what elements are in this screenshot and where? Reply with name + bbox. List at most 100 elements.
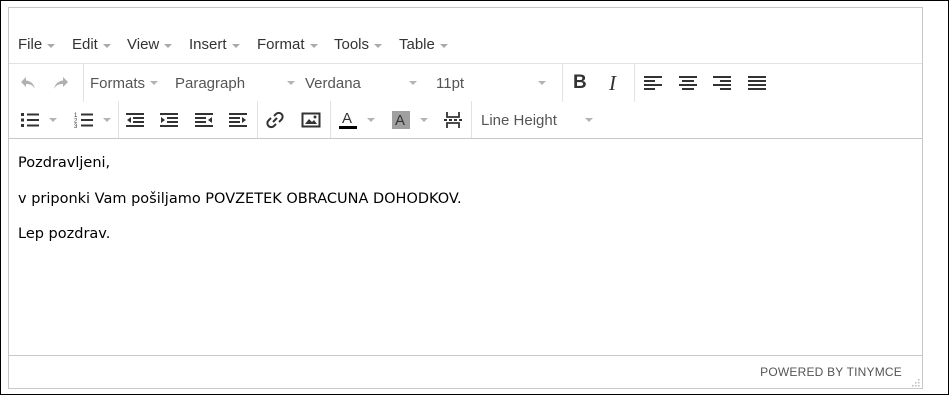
italic-icon: I [609, 70, 616, 95]
insert-image-button[interactable] [301, 107, 321, 133]
content-paragraph: v priponki Vam pošiljamo POVZETEK OBRACU… [18, 191, 462, 207]
font-size-select[interactable]: 11pt [436, 70, 546, 96]
chevron-down-icon [367, 118, 375, 122]
menu-format-label: Format [257, 36, 305, 53]
chevron-down-icon [287, 81, 295, 85]
text-color-button[interactable]: A [338, 107, 375, 133]
redo-icon [54, 77, 68, 89]
chevron-down-icon [164, 43, 173, 48]
screenshot-frame: File Edit View Insert Format Tools Table [0, 0, 949, 395]
undo-button[interactable] [18, 70, 38, 96]
chevron-down-icon [49, 118, 57, 122]
line-height-label: Line Height [481, 111, 557, 129]
align-justify-icon [748, 76, 766, 90]
link-icon [266, 111, 284, 129]
align-left-icon [644, 76, 662, 90]
chevron-down-icon [309, 43, 318, 48]
indent-alt-icon [229, 113, 247, 127]
menu-tools-label: Tools [334, 36, 370, 53]
chevron-down-icon [103, 118, 111, 122]
tinymce-editor: File Edit View Insert Format Tools Table [8, 7, 923, 389]
toolbar-divider [257, 101, 258, 139]
toolbar-divider [83, 64, 84, 102]
numbered-list-icon: 1 2 3 [74, 113, 93, 129]
menu-insert[interactable]: Insert [189, 36, 240, 53]
image-icon [301, 112, 321, 128]
outdent-alt-button[interactable] [194, 107, 214, 133]
background-color-icon: A [392, 111, 410, 129]
line-height-select[interactable]: Line Height [481, 107, 593, 133]
editor-content-area[interactable]: Pozdravljeni, v priponki Vam pošiljamo P… [9, 138, 922, 355]
menu-table-label: Table [399, 36, 435, 53]
insert-link-button[interactable] [265, 107, 285, 133]
align-right-button[interactable] [712, 70, 732, 96]
align-center-icon [679, 76, 697, 90]
bullet-list-icon [21, 113, 39, 127]
chevron-down-icon [374, 43, 383, 48]
font-size-value: 11pt [436, 74, 465, 92]
chevron-down-icon [585, 118, 593, 122]
font-family-select[interactable]: Verdana [305, 70, 417, 96]
block-format-select[interactable]: Paragraph [175, 70, 295, 96]
content-paragraph: Pozdravljeni, [18, 155, 111, 171]
italic-button[interactable]: I [609, 70, 616, 96]
formats-label: Formats [90, 74, 146, 92]
toolbar-divider [562, 64, 563, 102]
bullet-list-button[interactable] [20, 107, 57, 133]
menu-view-label: View [127, 36, 160, 53]
page-break-icon [444, 112, 462, 128]
align-left-button[interactable] [643, 70, 663, 96]
toolbar-divider [471, 101, 472, 139]
bold-button[interactable]: B [573, 70, 587, 96]
menubar: File Edit View Insert Format Tools Table [9, 8, 922, 63]
page-break-button[interactable] [443, 107, 463, 133]
background-color-button[interactable]: A [391, 107, 428, 133]
chevron-down-icon [409, 81, 417, 85]
menu-insert-label: Insert [189, 36, 227, 53]
chevron-down-icon [150, 81, 159, 85]
menu-table[interactable]: Table [399, 36, 448, 53]
menu-file-label: File [18, 36, 43, 53]
statusbar: POWERED BY TINYMCE [9, 355, 922, 389]
formats-dropdown[interactable]: Formats [90, 70, 159, 96]
chevron-down-icon [47, 43, 56, 48]
svg-text:3: 3 [74, 124, 78, 129]
content-paragraph: Lep pozdrav. [18, 226, 111, 242]
outdent-alt-icon [195, 113, 213, 127]
block-format-value: Paragraph [175, 74, 246, 92]
powered-by-link[interactable]: POWERED BY TINYMCE [760, 365, 902, 379]
align-right-icon [713, 76, 731, 90]
toolbar-row-1: Formats Paragraph Verdana 11pt B I [9, 63, 922, 102]
menu-tools[interactable]: Tools [334, 36, 383, 53]
align-center-button[interactable] [678, 70, 698, 96]
resize-handle-icon[interactable] [910, 377, 920, 387]
menu-view[interactable]: View [127, 36, 173, 53]
bold-icon: B [573, 72, 587, 93]
chevron-down-icon [231, 43, 240, 48]
outdent-icon [126, 113, 144, 127]
toolbar-divider [634, 64, 635, 102]
toolbar-divider [118, 101, 119, 139]
chevron-down-icon [102, 43, 111, 48]
menu-format[interactable]: Format [257, 36, 318, 53]
toolbar-row-2: 1 2 3 A A Line Height [9, 101, 922, 139]
svg-text:A: A [395, 112, 405, 129]
chevron-down-icon [420, 118, 428, 122]
text-color-icon: A [339, 110, 357, 129]
indent-button[interactable] [159, 107, 179, 133]
redo-button[interactable] [51, 70, 71, 96]
svg-text:A: A [342, 110, 352, 127]
toolbar-divider [330, 101, 331, 139]
menu-edit-label: Edit [72, 36, 98, 53]
numbered-list-button[interactable]: 1 2 3 [74, 107, 111, 133]
outdent-button[interactable] [125, 107, 145, 133]
font-family-value: Verdana [305, 74, 361, 92]
indent-alt-button[interactable] [228, 107, 248, 133]
indent-icon [160, 113, 178, 127]
menu-edit[interactable]: Edit [72, 36, 111, 53]
align-justify-button[interactable] [747, 70, 767, 96]
chevron-down-icon [538, 81, 546, 85]
chevron-down-icon [439, 43, 448, 48]
undo-icon [21, 77, 35, 89]
menu-file[interactable]: File [18, 36, 56, 53]
